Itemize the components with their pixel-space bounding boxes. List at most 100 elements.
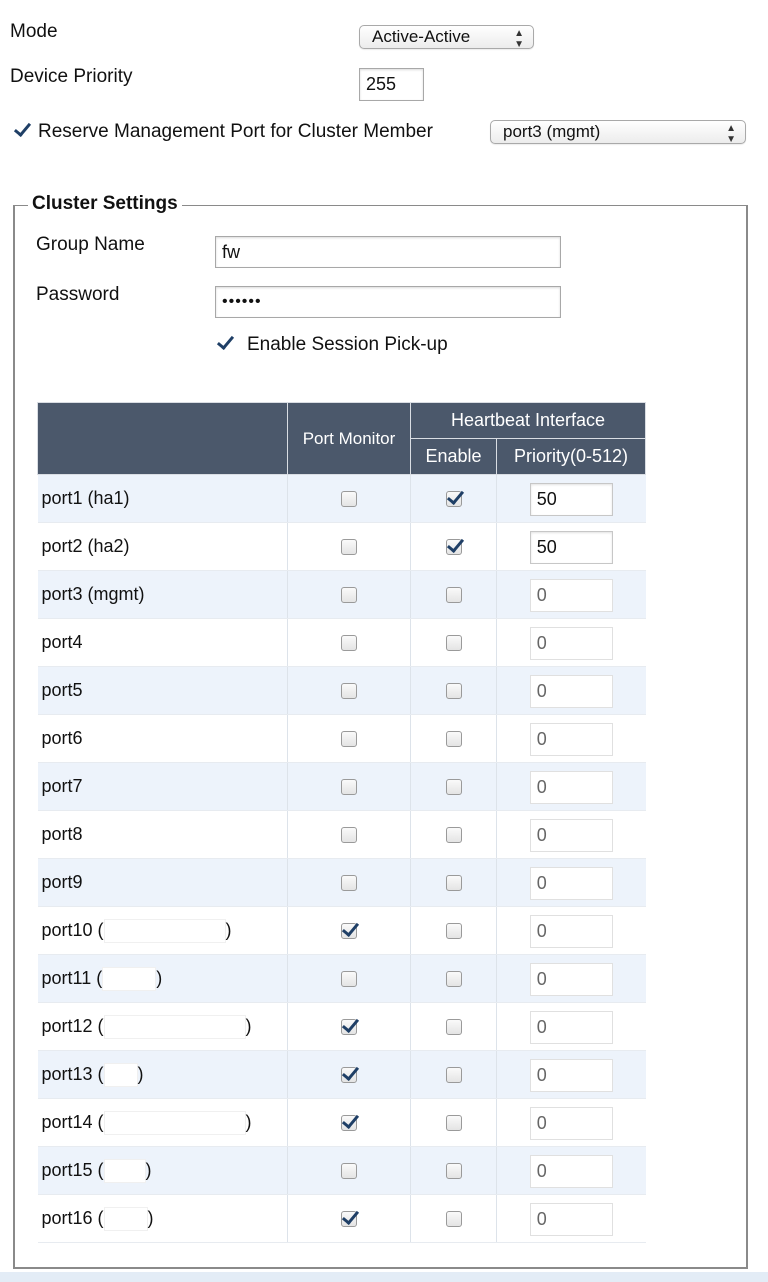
port-monitor-cell [287,810,411,859]
redacted-block [102,966,157,991]
heartbeat-table: Port Monitor Heartbeat Interface Enable … [37,402,646,1243]
priority-cell: 50 [496,522,646,571]
port-cell: port10 () [37,906,288,955]
heartbeat-enable-checkbox[interactable] [445,635,462,652]
password-input[interactable]: •••••• [215,286,561,318]
port-monitor-checkbox[interactable] [341,1067,357,1084]
heartbeat-enable-checkbox[interactable] [445,1115,462,1132]
heartbeat-enable-checkbox[interactable] [445,779,462,796]
priority-input[interactable]: 0 [529,723,613,756]
port-name: port10 ( [41,919,104,940]
port-monitor-checkbox[interactable] [341,1019,357,1036]
port-monitor-cell [287,954,411,1003]
heartbeat-enable-checkbox[interactable] [445,587,462,604]
table-row: port7 0 [37,762,646,811]
port-monitor-checkbox[interactable] [341,539,357,556]
heartbeat-enable-checkbox[interactable] [445,1067,462,1084]
priority-input[interactable]: 0 [529,819,613,852]
redacted-block [103,1062,138,1087]
enable-cell [410,714,497,763]
group-name-input[interactable]: fw [215,236,561,268]
heartbeat-enable-checkbox[interactable] [445,683,462,700]
session-pickup-checkbox[interactable] [217,334,233,356]
port-monitor-checkbox[interactable] [341,1115,357,1132]
priority-input[interactable]: 0 [529,915,613,948]
priority-input[interactable]: 0 [529,867,613,900]
enable-cell [410,666,497,715]
priority-input[interactable]: 0 [529,627,613,660]
port-monitor-checkbox[interactable] [341,731,357,748]
port-name: port16 ( [41,1207,104,1228]
priority-input[interactable]: 0 [529,1059,613,1092]
port-monitor-checkbox[interactable] [341,1211,357,1228]
priority-input[interactable]: 0 [529,1203,613,1236]
port-monitor-cell [287,522,411,571]
port-name-suffix: ) [145,1159,152,1180]
port-name: port7 [41,776,83,796]
enable-header: Enable [410,438,497,475]
port-name: port3 (mgmt) [41,584,145,604]
port-cell: port6 [37,714,288,763]
heartbeat-enable-checkbox[interactable] [445,731,462,748]
reserve-mgmt-select-value: port3 (mgmt) [503,122,601,141]
mode-select[interactable]: Active-Active ▲ ▼ [359,25,534,50]
port-name-suffix: ) [137,1063,144,1084]
heartbeat-enable-checkbox[interactable] [445,1019,462,1036]
port-name: port15 ( [41,1159,104,1180]
priority-input[interactable]: 0 [529,579,613,612]
priority-cell: 0 [496,1194,646,1243]
table-row: port9 0 [37,858,646,907]
enable-cell [410,618,497,667]
port-monitor-checkbox[interactable] [341,635,357,652]
priority-input[interactable]: 0 [529,1107,613,1140]
heartbeat-enable-checkbox[interactable] [445,1163,462,1180]
reserve-mgmt-select[interactable]: port3 (mgmt) ▲ ▼ [490,120,746,145]
port-monitor-checkbox[interactable] [341,491,357,508]
port-name: port12 ( [41,1015,104,1036]
port-monitor-checkbox[interactable] [341,875,357,892]
port-monitor-cell [287,474,411,523]
port-name-suffix: ) [225,919,232,940]
enable-cell [410,1194,497,1243]
priority-cell: 50 [496,474,646,523]
port-column-header [37,402,288,475]
port-monitor-checkbox[interactable] [341,683,357,700]
port-monitor-checkbox[interactable] [341,1163,357,1180]
heartbeat-enable-checkbox[interactable] [445,923,462,940]
priority-input[interactable]: 0 [529,1011,613,1044]
heartbeat-enable-checkbox[interactable] [445,539,462,556]
redacted-block [103,1158,146,1183]
heartbeat-enable-checkbox[interactable] [445,971,462,988]
priority-input[interactable]: 50 [529,483,613,516]
priority-header: Priority(0-512) [496,438,646,475]
port-name: port4 [41,632,83,652]
priority-input[interactable]: 0 [529,771,613,804]
heartbeat-enable-checkbox[interactable] [445,827,462,844]
enable-cell [410,1098,497,1147]
port-monitor-cell [287,1050,411,1099]
priority-input[interactable]: 0 [529,963,613,996]
port-cell: port14 () [37,1098,288,1147]
port-monitor-checkbox[interactable] [341,779,357,796]
redacted-block [103,1014,246,1039]
port-monitor-checkbox[interactable] [341,827,357,844]
port-cell: port4 [37,618,288,667]
port-name-suffix: ) [245,1015,252,1036]
heartbeat-enable-checkbox[interactable] [445,491,462,508]
port-cell: port11 () [37,954,288,1003]
heartbeat-enable-checkbox[interactable] [445,875,462,892]
table-row: port2 (ha2) 50 [37,522,646,571]
port-monitor-checkbox[interactable] [341,587,357,604]
port-cell: port1 (ha1) [37,474,288,523]
port-monitor-checkbox[interactable] [341,971,357,988]
group-name-label: Group Name [36,234,145,255]
priority-cell: 0 [496,714,646,763]
priority-input[interactable]: 0 [529,1155,613,1188]
priority-input[interactable]: 50 [529,531,613,564]
reserve-mgmt-checkbox[interactable] [14,121,30,143]
priority-cell: 0 [496,1098,646,1147]
port-monitor-checkbox[interactable] [341,923,357,940]
priority-input[interactable]: 0 [529,675,613,708]
device-priority-input[interactable]: 255 [359,68,424,101]
heartbeat-enable-checkbox[interactable] [445,1211,462,1228]
